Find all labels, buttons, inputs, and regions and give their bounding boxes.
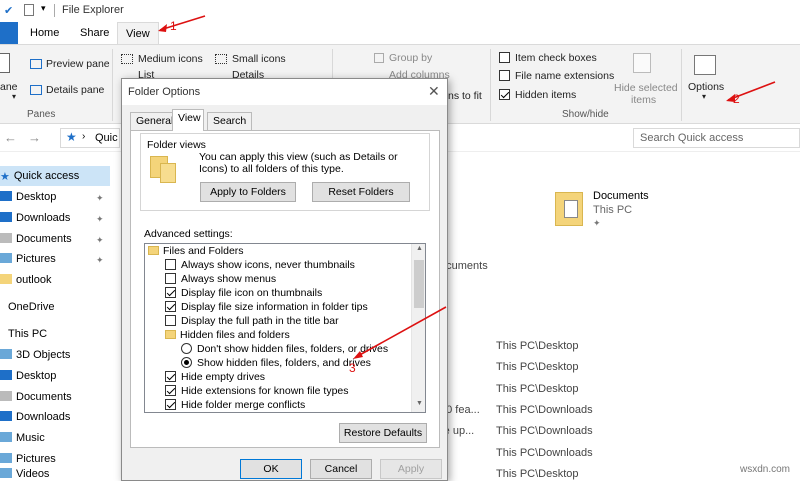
- annotation-arrowhead-1: [158, 24, 167, 32]
- annotation-arrow-3: [355, 306, 447, 358]
- annotation-3: 3: [349, 361, 356, 375]
- annotation-arrows: [158, 15, 776, 359]
- tab-view[interactable]: View: [172, 109, 204, 131]
- annotation-arrowhead-3: [353, 351, 363, 359]
- annotation-arrow-2: [727, 81, 776, 101]
- annotation-arrowhead-2: [726, 94, 735, 102]
- annotation-arrow-1: [159, 15, 206, 31]
